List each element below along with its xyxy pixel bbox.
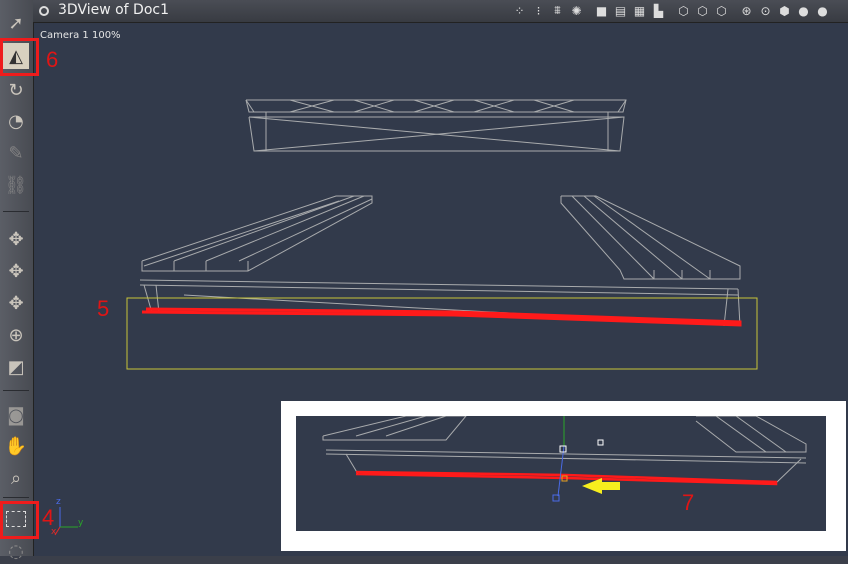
- view-1-icon[interactable]: ■: [594, 3, 609, 18]
- move-yz-icon[interactable]: ✥: [3, 290, 29, 316]
- view-4-icon[interactable]: ▙: [651, 3, 666, 18]
- chain-link-icon[interactable]: ⛓: [3, 172, 29, 198]
- separator: [3, 211, 29, 212]
- smooth-icon[interactable]: ●: [796, 3, 811, 18]
- top-beam: [245, 99, 627, 152]
- cube-box-icon[interactable]: ◩: [3, 354, 29, 380]
- render-icon[interactable]: ●: [815, 3, 830, 18]
- shading-2-icon[interactable]: ⁝: [531, 3, 546, 18]
- orient-1-icon[interactable]: ⬡: [676, 3, 691, 18]
- highlight-marquee-tool: [0, 501, 39, 539]
- orient-3-icon[interactable]: ⬡: [714, 3, 729, 18]
- inset-zoom-panel: [281, 401, 846, 551]
- right-beam: [560, 195, 741, 280]
- nav-1-icon[interactable]: ⊛: [739, 3, 754, 18]
- wireframe-icon[interactable]: ⬢: [777, 3, 792, 18]
- light-icon[interactable]: ✺: [569, 3, 584, 18]
- shading-1-icon[interactable]: ⁘: [512, 3, 527, 18]
- select-arrow-icon[interactable]: ➚: [3, 10, 29, 36]
- move-xz-icon[interactable]: ✥: [3, 258, 29, 284]
- tool-palette: ➚ ◭ ↻ ◔ ✎ ⛓ ✥ ✥ ✥ ⊕ ◩ ◙ ✋ ⌕ ◌: [0, 0, 34, 562]
- camera-icon[interactable]: ◙: [3, 402, 29, 428]
- orient-2-icon[interactable]: ⬡: [695, 3, 710, 18]
- move-all-icon[interactable]: ⊕: [3, 322, 29, 348]
- window-menu-icon[interactable]: [39, 6, 49, 16]
- axis-y-label: y: [78, 518, 84, 528]
- 3d-viewport[interactable]: Camera 1 100% z y x: [34, 23, 848, 556]
- orbit-icon[interactable]: ◌: [3, 538, 29, 564]
- left-beam: [141, 195, 373, 272]
- inset-selected-beam[interactable]: [355, 470, 778, 486]
- highlight-translate-tool: [0, 38, 39, 76]
- axis-z-label: z: [56, 497, 61, 507]
- move-xy-icon[interactable]: ✥: [3, 226, 29, 252]
- window-titlebar: 3DView of Doc1 ⁘ ⁝ ⩩ ✺ ■ ▤ ▦ ▙ ⬡ ⬡ ⬡ ⊛ ⊙…: [33, 0, 848, 23]
- hand-pan-icon[interactable]: ✋: [3, 433, 29, 459]
- nav-2-icon[interactable]: ⊙: [758, 3, 773, 18]
- scale-icon[interactable]: ✎: [3, 140, 29, 166]
- view-3-icon[interactable]: ▦: [632, 3, 647, 18]
- separator: [3, 390, 29, 391]
- separator: [3, 497, 29, 498]
- twist-icon[interactable]: ◔: [3, 108, 29, 134]
- callout-5: 5: [97, 296, 110, 321]
- callout-7: 7: [682, 490, 695, 515]
- view-2-icon[interactable]: ▤: [613, 3, 628, 18]
- shading-3-icon[interactable]: ⩩: [550, 3, 565, 18]
- view-toolbar: ⁘ ⁝ ⩩ ✺ ■ ▤ ▦ ▙ ⬡ ⬡ ⬡ ⊛ ⊙ ⬢ ● ●: [512, 3, 830, 18]
- callout-4: 4: [42, 505, 55, 530]
- callout-6: 6: [46, 47, 59, 72]
- rotate-icon[interactable]: ↻: [3, 77, 29, 103]
- inset-wireframe: [322, 416, 807, 502]
- selected-red-beam[interactable]: [141, 307, 742, 327]
- inset-viewport: [296, 416, 826, 531]
- zoom-icon[interactable]: ⌕: [3, 465, 29, 491]
- gizmo-handle[interactable]: [597, 439, 604, 446]
- window-title: 3DView of Doc1: [58, 2, 170, 18]
